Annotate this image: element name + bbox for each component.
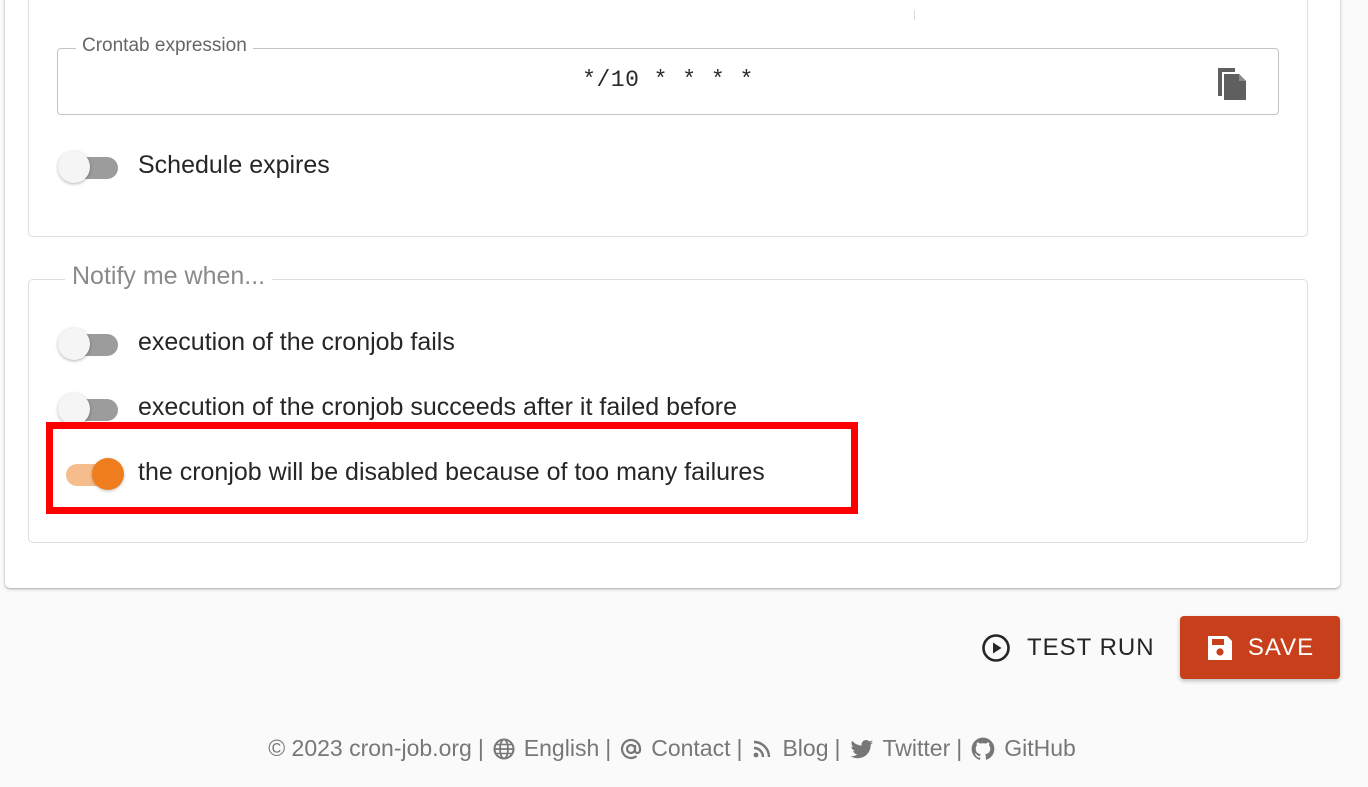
- toggle-thumb: [58, 393, 90, 425]
- crontab-expression-field[interactable]: Crontab expression */10 * * * *: [57, 35, 1279, 115]
- footer-link-label: Contact: [651, 735, 731, 761]
- notify-fails-toggle[interactable]: [58, 322, 124, 362]
- content-copy-icon[interactable]: [1214, 64, 1248, 102]
- footer-link-label: English: [523, 735, 600, 761]
- footer-link-language[interactable]: English: [492, 735, 599, 762]
- footer-link-label: Twitter: [882, 735, 951, 761]
- globe-icon: [493, 738, 515, 759]
- floppy-disk-icon: [1207, 635, 1232, 660]
- footer-link-blog[interactable]: Blog: [750, 735, 829, 762]
- footer-link-contact[interactable]: Contact: [619, 735, 730, 762]
- schedule-expires-row: Schedule expires: [58, 145, 330, 185]
- rss-icon: [754, 740, 771, 757]
- footer-separator: |: [477, 735, 484, 761]
- toggle-thumb: [58, 328, 90, 360]
- save-button[interactable]: SAVE: [1180, 616, 1340, 679]
- highlight-box: [46, 422, 858, 514]
- notify-item-succeeds-after-failure: execution of the cronjob succeeds after …: [58, 387, 737, 427]
- divider: [914, 10, 915, 20]
- schedule-expires-label: Schedule expires: [138, 150, 330, 179]
- notify-item-fails: execution of the cronjob fails: [58, 322, 455, 362]
- notify-fails-label: execution of the cronjob fails: [138, 327, 455, 356]
- footer-link-twitter[interactable]: Twitter: [849, 735, 951, 762]
- toggle-thumb: [58, 151, 90, 183]
- test-run-label: TEST RUN: [1027, 634, 1155, 661]
- footer-separator: |: [605, 735, 612, 761]
- notify-succeeds-toggle[interactable]: [58, 387, 124, 427]
- play-circle-outline-icon: [982, 634, 1010, 662]
- footer-separator: |: [736, 735, 743, 761]
- footer-link-label: Blog: [782, 735, 829, 761]
- at-sign-icon: [621, 738, 642, 759]
- footer: © 2023 cron-job.org | English | Contact …: [0, 735, 1344, 762]
- github-icon: [971, 737, 995, 760]
- copyright-text: © 2023 cron-job.org: [268, 735, 472, 761]
- footer-separator: |: [834, 735, 841, 761]
- crontab-expression-value[interactable]: */10 * * * *: [58, 67, 1278, 93]
- footer-link-label: GitHub: [1004, 735, 1076, 761]
- twitter-bird-icon: [850, 739, 873, 758]
- test-run-button[interactable]: TEST RUN: [980, 628, 1155, 668]
- notify-legend: Notify me when...: [65, 262, 273, 291]
- notify-succeeds-label: execution of the cronjob succeeds after …: [138, 392, 737, 421]
- save-label: SAVE: [1247, 633, 1315, 661]
- schedule-expires-toggle[interactable]: [58, 145, 124, 185]
- footer-link-github[interactable]: GitHub: [970, 735, 1076, 762]
- footer-separator: |: [956, 735, 963, 761]
- crontab-expression-label: Crontab expression: [76, 35, 253, 57]
